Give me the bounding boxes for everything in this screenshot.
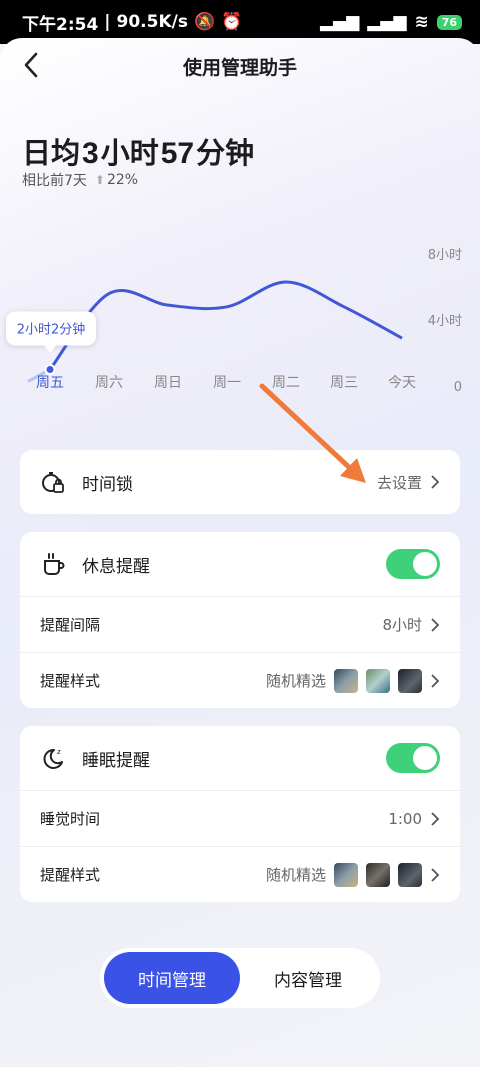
toggle-knob bbox=[413, 552, 437, 576]
bottom-tab-bar: 时间管理 内容管理 bbox=[100, 948, 380, 1008]
sleep-reminder-toggle[interactable] bbox=[386, 743, 440, 773]
coffee-cup-icon bbox=[44, 553, 65, 575]
bell-off-icon: 🔕 bbox=[193, 12, 216, 32]
chart-tooltip: 2小时2分钟 bbox=[6, 311, 96, 353]
rest-reminder-row: 休息提醒 bbox=[20, 532, 460, 596]
chart-day-labels: 周五 周六 周日 周一 周二 周三 今天 bbox=[0, 372, 480, 398]
chevron-right-icon bbox=[431, 673, 440, 688]
day-label[interactable]: 周三 bbox=[330, 372, 358, 392]
minutes-unit: 分钟 bbox=[196, 136, 255, 170]
time-lock-card[interactable]: 时间锁 去设置 bbox=[20, 450, 460, 514]
sleep-time-label: 睡觉时间 bbox=[40, 810, 101, 828]
network-speed: 90.5K/s bbox=[116, 12, 188, 32]
y-tick-label: 4小时 bbox=[428, 314, 462, 329]
header: 使用管理助手 bbox=[0, 38, 480, 94]
comparison-change: 22% bbox=[106, 172, 139, 188]
day-label[interactable]: 周六 bbox=[95, 372, 123, 392]
chevron-right-icon bbox=[431, 617, 440, 632]
style-thumbnail bbox=[334, 862, 358, 887]
toggle-knob bbox=[413, 746, 437, 770]
chevron-right-icon bbox=[431, 811, 440, 826]
reminder-style-row[interactable]: 提醒样式 随机精选 bbox=[20, 652, 460, 708]
svg-text:z: z bbox=[57, 748, 61, 756]
time-lock-action[interactable]: 去设置 bbox=[377, 472, 422, 493]
reminder-interval-row[interactable]: 提醒间隔 8小时 bbox=[20, 596, 460, 652]
day-label[interactable]: 周二 bbox=[272, 372, 300, 392]
style-thumbnail bbox=[334, 668, 358, 693]
back-icon[interactable] bbox=[18, 50, 46, 80]
reminder-style-value: 随机精选 bbox=[265, 672, 326, 690]
usage-series-line bbox=[48, 280, 403, 371]
day-label[interactable]: 周五 bbox=[36, 372, 64, 392]
sleep-style-label: 提醒样式 bbox=[40, 866, 101, 884]
timer-lock-icon bbox=[42, 472, 64, 493]
hours-unit: 小时 bbox=[100, 136, 159, 170]
reminder-interval-label: 提醒间隔 bbox=[40, 616, 101, 634]
day-label[interactable]: 今天 bbox=[388, 372, 416, 392]
moon-icon: z bbox=[43, 748, 63, 769]
chevron-right-icon bbox=[431, 867, 440, 882]
sleep-reminder-card: z 睡眠提醒 睡觉时间 1:00 提醒样式 随机精选 bbox=[20, 726, 460, 902]
day-label[interactable]: 周一 bbox=[213, 372, 241, 392]
arrow-up-icon: ⬆ bbox=[94, 173, 105, 187]
status-separator: | bbox=[104, 12, 111, 32]
daily-average-minutes: 57 bbox=[160, 137, 195, 170]
rest-reminder-card: 休息提醒 提醒间隔 8小时 提醒样式 随机精选 bbox=[20, 532, 460, 708]
sleep-reminder-row: z 睡眠提醒 bbox=[20, 726, 460, 790]
daily-average-hours: 3 bbox=[82, 137, 99, 170]
battery-icon: 76 bbox=[436, 14, 462, 30]
time-lock-label: 时间锁 bbox=[82, 474, 133, 495]
style-thumbnail bbox=[398, 862, 422, 887]
daily-average-prefix: 日均 bbox=[22, 136, 81, 170]
comparison-label: 相比前7天 bbox=[22, 173, 87, 189]
sleep-reminder-label: 睡眠提醒 bbox=[82, 750, 150, 771]
sleep-style-row[interactable]: 提醒样式 随机精选 bbox=[20, 846, 460, 902]
sleep-time-value: 1:00 bbox=[388, 809, 422, 828]
tab-time-management[interactable]: 时间管理 bbox=[104, 952, 240, 1004]
rest-reminder-label: 休息提醒 bbox=[82, 556, 150, 577]
tooltip-text: 2小时2分钟 bbox=[17, 322, 86, 338]
tab-content-management[interactable]: 内容管理 bbox=[240, 952, 376, 1004]
status-time: 下午2:54 bbox=[22, 14, 99, 35]
signal-icon-2: ▂▄▆ bbox=[367, 12, 407, 32]
sleep-time-row[interactable]: 睡觉时间 1:00 bbox=[20, 790, 460, 846]
style-thumbnail bbox=[398, 668, 422, 693]
daily-average: 日均 3 小时 57 分钟 bbox=[22, 130, 254, 172]
wifi-icon: ≋ bbox=[414, 12, 429, 32]
page-title: 使用管理助手 bbox=[182, 56, 297, 79]
alarm-icon: ⏰ bbox=[221, 12, 243, 32]
time-lock-row[interactable]: 时间锁 去设置 bbox=[20, 450, 460, 514]
style-thumbnail bbox=[366, 862, 390, 887]
sleep-style-value: 随机精选 bbox=[265, 866, 326, 884]
day-label[interactable]: 周日 bbox=[154, 372, 182, 392]
reminder-interval-value: 8小时 bbox=[382, 616, 422, 634]
style-thumbnail bbox=[366, 668, 390, 693]
comparison: 相比前7天 ⬆ 22% bbox=[22, 170, 138, 190]
rest-reminder-toggle[interactable] bbox=[386, 549, 440, 579]
tooltip-pointer bbox=[44, 345, 56, 353]
chevron-right-icon bbox=[431, 475, 440, 489]
y-tick-label: 8小时 bbox=[428, 248, 462, 263]
app-screen: 使用管理助手 日均 3 小时 57 分钟 相比前7天 ⬆ 22% 2小时2分钟 8… bbox=[0, 38, 480, 1067]
reminder-style-label: 提醒样式 bbox=[40, 672, 101, 690]
signal-icon: ▂▄▆ bbox=[319, 12, 360, 32]
